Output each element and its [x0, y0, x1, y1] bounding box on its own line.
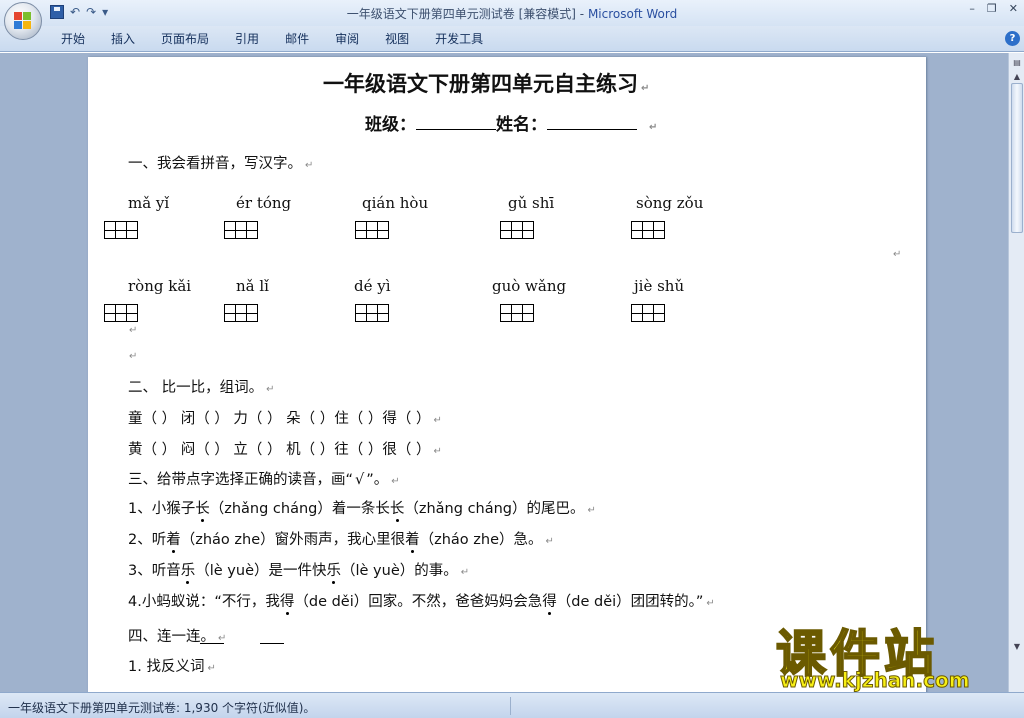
restore-icon[interactable]: ❐	[987, 2, 997, 15]
scroll-up-icon[interactable]: ▲	[1011, 71, 1023, 83]
writing-grid[interactable]	[500, 304, 534, 322]
writing-grid[interactable]	[224, 304, 258, 322]
pinyin-2-4: guò wǎng	[492, 277, 567, 295]
question-4: 4.小蚂蚁说：“不行，我得（de děi）回家。不然，爸爸妈妈会急得（de dě…	[128, 594, 715, 610]
pinyin-2-2: nǎ lǐ	[236, 277, 269, 295]
window-controls: – ❐ ✕	[969, 2, 1018, 15]
writing-grid[interactable]	[224, 221, 258, 239]
pinyin-1-4: gǔ shī	[508, 194, 555, 212]
document-body: 一年级语文下册第四单元自主练习 ↵ 班级： 姓名： ↵ 一、我会看拼音，写汉字。 ↵ m…	[88, 57, 926, 692]
writing-grid[interactable]	[355, 221, 389, 239]
vertical-scrollbar[interactable]: ▤ ▲ ▼	[1008, 53, 1024, 692]
writing-grid[interactable]	[104, 304, 138, 322]
pinyin-1-2: ér tóng	[236, 194, 292, 212]
tab-references[interactable]: 引用	[222, 31, 272, 47]
watermark-url: www.kjzhan.com	[780, 668, 971, 693]
watermark-logo: 课件站 www.kjzhan.com	[772, 620, 1012, 693]
pinyin-2-3: dé yì	[354, 277, 391, 295]
section-1-heading: 一、我会看拼音，写汉字。 ↵	[128, 156, 314, 172]
close-icon[interactable]: ✕	[1009, 2, 1018, 15]
class-blank	[416, 129, 496, 130]
section-4-item-1: 1. 找反义词 ↵	[128, 659, 216, 675]
compare-row-1: 童（ ） 闭（ ） 力（ ） 朵（ ）住（ ）得（ ） ↵	[128, 411, 442, 427]
help-icon[interactable]: ?	[1005, 31, 1020, 46]
tab-view[interactable]: 视图	[372, 31, 422, 47]
paragraph-mark: ↵	[893, 249, 902, 260]
section-3-heading: 三、给带点字选择正确的读音，画“ √”。 ↵	[128, 472, 400, 488]
writing-grid[interactable]	[631, 221, 665, 239]
checkmark: √	[355, 472, 365, 488]
ruler-toggle-icon[interactable]: ▤	[1011, 57, 1023, 69]
connect-line	[260, 643, 284, 644]
class-label: 班级：	[365, 115, 416, 135]
class-name-line: 班级： 姓名： ↵	[365, 115, 658, 135]
paragraph-mark: ↵	[129, 325, 138, 336]
question-2: 2、听着（zháo zhe）窗外雨声，我心里很着（zháo zhe）急。 ↵	[128, 532, 554, 548]
minimize-icon[interactable]: –	[969, 2, 975, 15]
office-button[interactable]	[4, 2, 42, 40]
pinyin-1-3: qián hòu	[362, 194, 429, 212]
tab-developer[interactable]: 开发工具	[422, 31, 496, 47]
connect-line	[200, 643, 224, 644]
pinyin-2-1: ròng kǎi	[128, 277, 192, 295]
ribbon-tabs: 开始 插入 页面布局 引用 邮件 审阅 视图 开发工具	[48, 31, 496, 47]
scrollbar-thumb[interactable]	[1011, 83, 1023, 233]
writing-grid[interactable]	[500, 221, 534, 239]
name-blank	[547, 129, 637, 130]
document-page[interactable]: 一年级语文下册第四单元自主练习 ↵ 班级： 姓名： ↵ 一、我会看拼音，写汉字。 ↵ m…	[88, 57, 926, 692]
ribbon: 开始 插入 页面布局 引用 邮件 审阅 视图 开发工具 ?	[0, 26, 1024, 52]
tab-page-layout[interactable]: 页面布局	[148, 31, 222, 47]
section-2-heading: 二、 比一比，组词。 ↵	[128, 380, 275, 396]
status-bar: 一年级语文下册第四单元测试卷: 1,930 个字符(近似值)。	[0, 692, 1024, 718]
scroll-down-icon[interactable]: ▼	[1011, 641, 1023, 653]
tab-mailings[interactable]: 邮件	[272, 31, 322, 47]
question-1: 1、小猴子长（zhǎng cháng）着一条长长（zhǎng cháng）的尾巴…	[128, 501, 596, 517]
title-bar: ↶ ↷ ▾ 一年级语文下册第四单元测试卷 [兼容模式] - Microsoft …	[0, 0, 1024, 26]
tab-insert[interactable]: 插入	[98, 31, 148, 47]
pinyin-1-5: sòng zǒu	[636, 194, 704, 212]
app-name: Microsoft Word	[587, 7, 678, 21]
office-logo-icon	[14, 12, 32, 30]
document-workspace: 一年级语文下册第四单元自主练习 ↵ 班级： 姓名： ↵ 一、我会看拼音，写汉字。 ↵ m…	[0, 53, 1008, 692]
status-separator	[510, 697, 511, 715]
paragraph-mark: ↵	[129, 351, 138, 362]
tab-home[interactable]: 开始	[48, 31, 98, 47]
writing-grid[interactable]	[631, 304, 665, 322]
writing-grid[interactable]	[355, 304, 389, 322]
question-3: 3、听音乐（lè yuè）是一件快乐（lè yuè）的事。 ↵	[128, 563, 470, 579]
doc-title: 一年级语文下册第四单元自主练习 ↵	[323, 72, 650, 96]
status-text: 一年级语文下册第四单元测试卷: 1,930 个字符(近似值)。	[8, 701, 316, 715]
pinyin-1-1: mǎ yǐ	[128, 194, 170, 212]
writing-grid[interactable]	[104, 221, 138, 239]
window-title: 一年级语文下册第四单元测试卷 [兼容模式] - Microsoft Word	[0, 5, 1024, 22]
document-title: 一年级语文下册第四单元测试卷 [兼容模式]	[346, 7, 576, 21]
tab-review[interactable]: 审阅	[322, 31, 372, 47]
title-separator: -	[575, 7, 588, 21]
compare-row-2: 黄（ ） 闷（ ） 立（ ） 机（ ）往（ ）很（ ） ↵	[128, 442, 442, 458]
pinyin-2-5: jiè shǔ	[634, 277, 685, 295]
name-label: 姓名：	[496, 115, 547, 135]
